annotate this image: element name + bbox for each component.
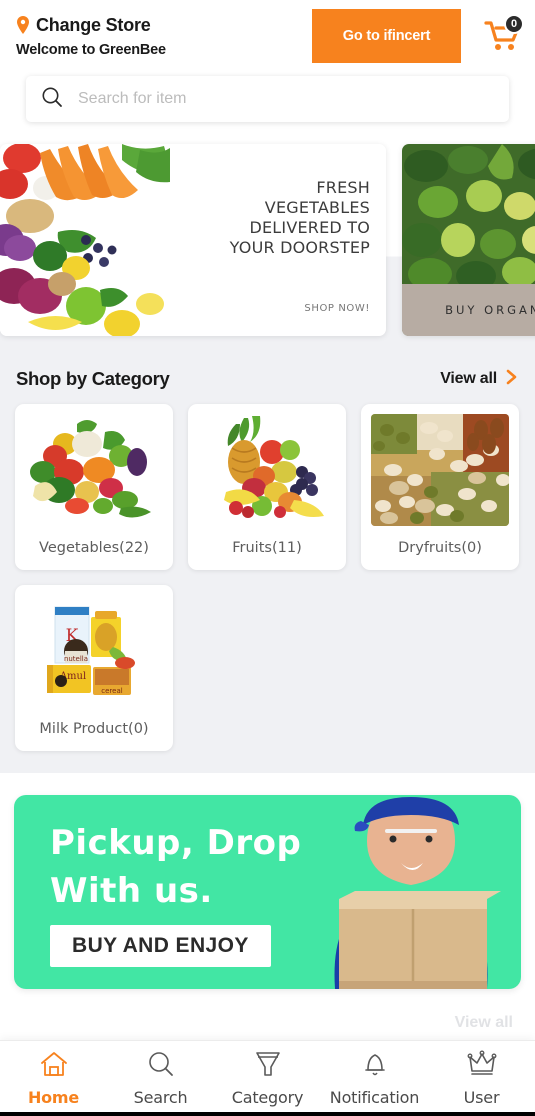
delivery-man-image <box>334 797 501 989</box>
promo-line-1: Pickup, Drop <box>50 823 302 863</box>
change-store-label: Change Store <box>36 14 151 35</box>
category-card-fruits[interactable]: Fruits(11) <box>188 404 346 570</box>
app-screen: Change Store Welcome to GreenBee Go to i… <box>0 0 535 1116</box>
category-section-title: Shop by Category <box>16 368 170 389</box>
nav-label: Home <box>27 1088 80 1107</box>
shop-by-category-section: Shop by Category View all Vegetables(22)… <box>0 352 535 773</box>
category-card-dryfruits[interactable]: Dryfruits(0) <box>361 404 519 570</box>
assorted-nuts-image <box>371 414 509 526</box>
app-header: Change Store Welcome to GreenBee Go to i… <box>0 0 535 72</box>
packaged-grocery-products-image: K nutella Amul cereal <box>25 595 163 707</box>
banner-card-buy-organic[interactable]: BUY ORGANIC <box>402 144 535 336</box>
home-indicator-bar <box>0 1112 535 1116</box>
nav-label: Notification <box>329 1088 420 1107</box>
banner-headline: FRESH VEGETABLES DELIVERED TO YOUR DOORS… <box>229 178 370 257</box>
go-to-store-button[interactable]: Go to ifincert <box>312 9 461 63</box>
nav-item-home[interactable]: Home <box>0 1050 107 1107</box>
svg-text:nutella: nutella <box>64 655 88 663</box>
search-input[interactable] <box>78 90 495 108</box>
banner-carousel[interactable]: FRESH VEGETABLES DELIVERED TO YOUR DOORS… <box>0 140 535 352</box>
category-label: Milk Product(0) <box>39 721 149 737</box>
category-card-vegetables[interactable]: Vegetables(22) <box>15 404 173 570</box>
mixed-fruits-image <box>198 414 336 526</box>
banner2-label: BUY ORGANIC <box>402 284 535 336</box>
category-thumbnail <box>371 414 509 526</box>
cart-button[interactable]: 0 <box>481 14 525 58</box>
banner-text-block: FRESH VEGETABLES DELIVERED TO YOUR DOORS… <box>135 178 370 258</box>
search-bar[interactable] <box>26 76 509 122</box>
nav-label: Search <box>133 1088 188 1107</box>
nav-label: User <box>463 1088 500 1107</box>
banner-card-fresh-vegetables[interactable]: FRESH VEGETABLES DELIVERED TO YOUR DOORS… <box>0 144 386 336</box>
category-header: Shop by Category View all <box>0 362 535 404</box>
category-thumbnail <box>198 414 336 526</box>
nav-item-user[interactable]: User <box>428 1050 535 1107</box>
view-all-label: View all <box>440 370 497 387</box>
home-icon <box>39 1050 69 1083</box>
banner-shop-now-label[interactable]: SHOP NOW! <box>304 303 370 314</box>
category-thumbnail <box>25 414 163 526</box>
nav-item-notification[interactable]: Notification <box>321 1050 428 1107</box>
svg-text:cereal: cereal <box>101 687 122 695</box>
category-grid: Vegetables(22) Fruits(11) Dryfruits(0) K… <box>0 404 535 751</box>
promo-banner-pickup-drop[interactable]: Pickup, Drop With us. BUY AND ENJOY <box>14 795 521 989</box>
view-all-categories-link[interactable]: View all <box>440 369 519 390</box>
location-pin-icon <box>16 16 30 34</box>
search-icon <box>146 1050 176 1083</box>
store-block: Change Store Welcome to GreenBee <box>16 15 166 58</box>
nav-item-search[interactable]: Search <box>107 1050 214 1107</box>
bottom-navigation-bar: Home Search Category Notification User <box>0 1040 535 1116</box>
nav-label: Category <box>231 1088 304 1107</box>
search-section <box>0 72 535 140</box>
category-label: Fruits(11) <box>232 540 302 556</box>
chevron-right-icon <box>505 369 519 390</box>
ghost-view-all-label: View all <box>454 1014 513 1031</box>
promo-buy-and-enjoy-button[interactable]: BUY AND ENJOY <box>50 925 271 967</box>
category-thumbnail: K nutella Amul cereal <box>25 595 163 707</box>
funnel-icon <box>253 1050 283 1083</box>
bell-icon <box>360 1050 390 1083</box>
promo-section: Pickup, Drop With us. BUY AND ENJOY <box>0 773 535 1007</box>
search-icon <box>40 85 64 114</box>
mixed-vegetables-image <box>25 414 163 526</box>
cart-count-badge: 0 <box>504 14 524 34</box>
category-label: Dryfruits(0) <box>398 540 482 556</box>
category-card-milk-product[interactable]: K nutella Amul cereal Milk Product(0) <box>15 585 173 751</box>
nav-item-category[interactable]: Category <box>214 1050 321 1107</box>
category-label: Vegetables(22) <box>39 540 149 556</box>
promo-line-2: With us. <box>50 871 213 911</box>
change-store-row[interactable]: Change Store <box>16 15 166 36</box>
welcome-text: Welcome to GreenBee <box>16 41 166 58</box>
crown-icon <box>467 1050 497 1083</box>
